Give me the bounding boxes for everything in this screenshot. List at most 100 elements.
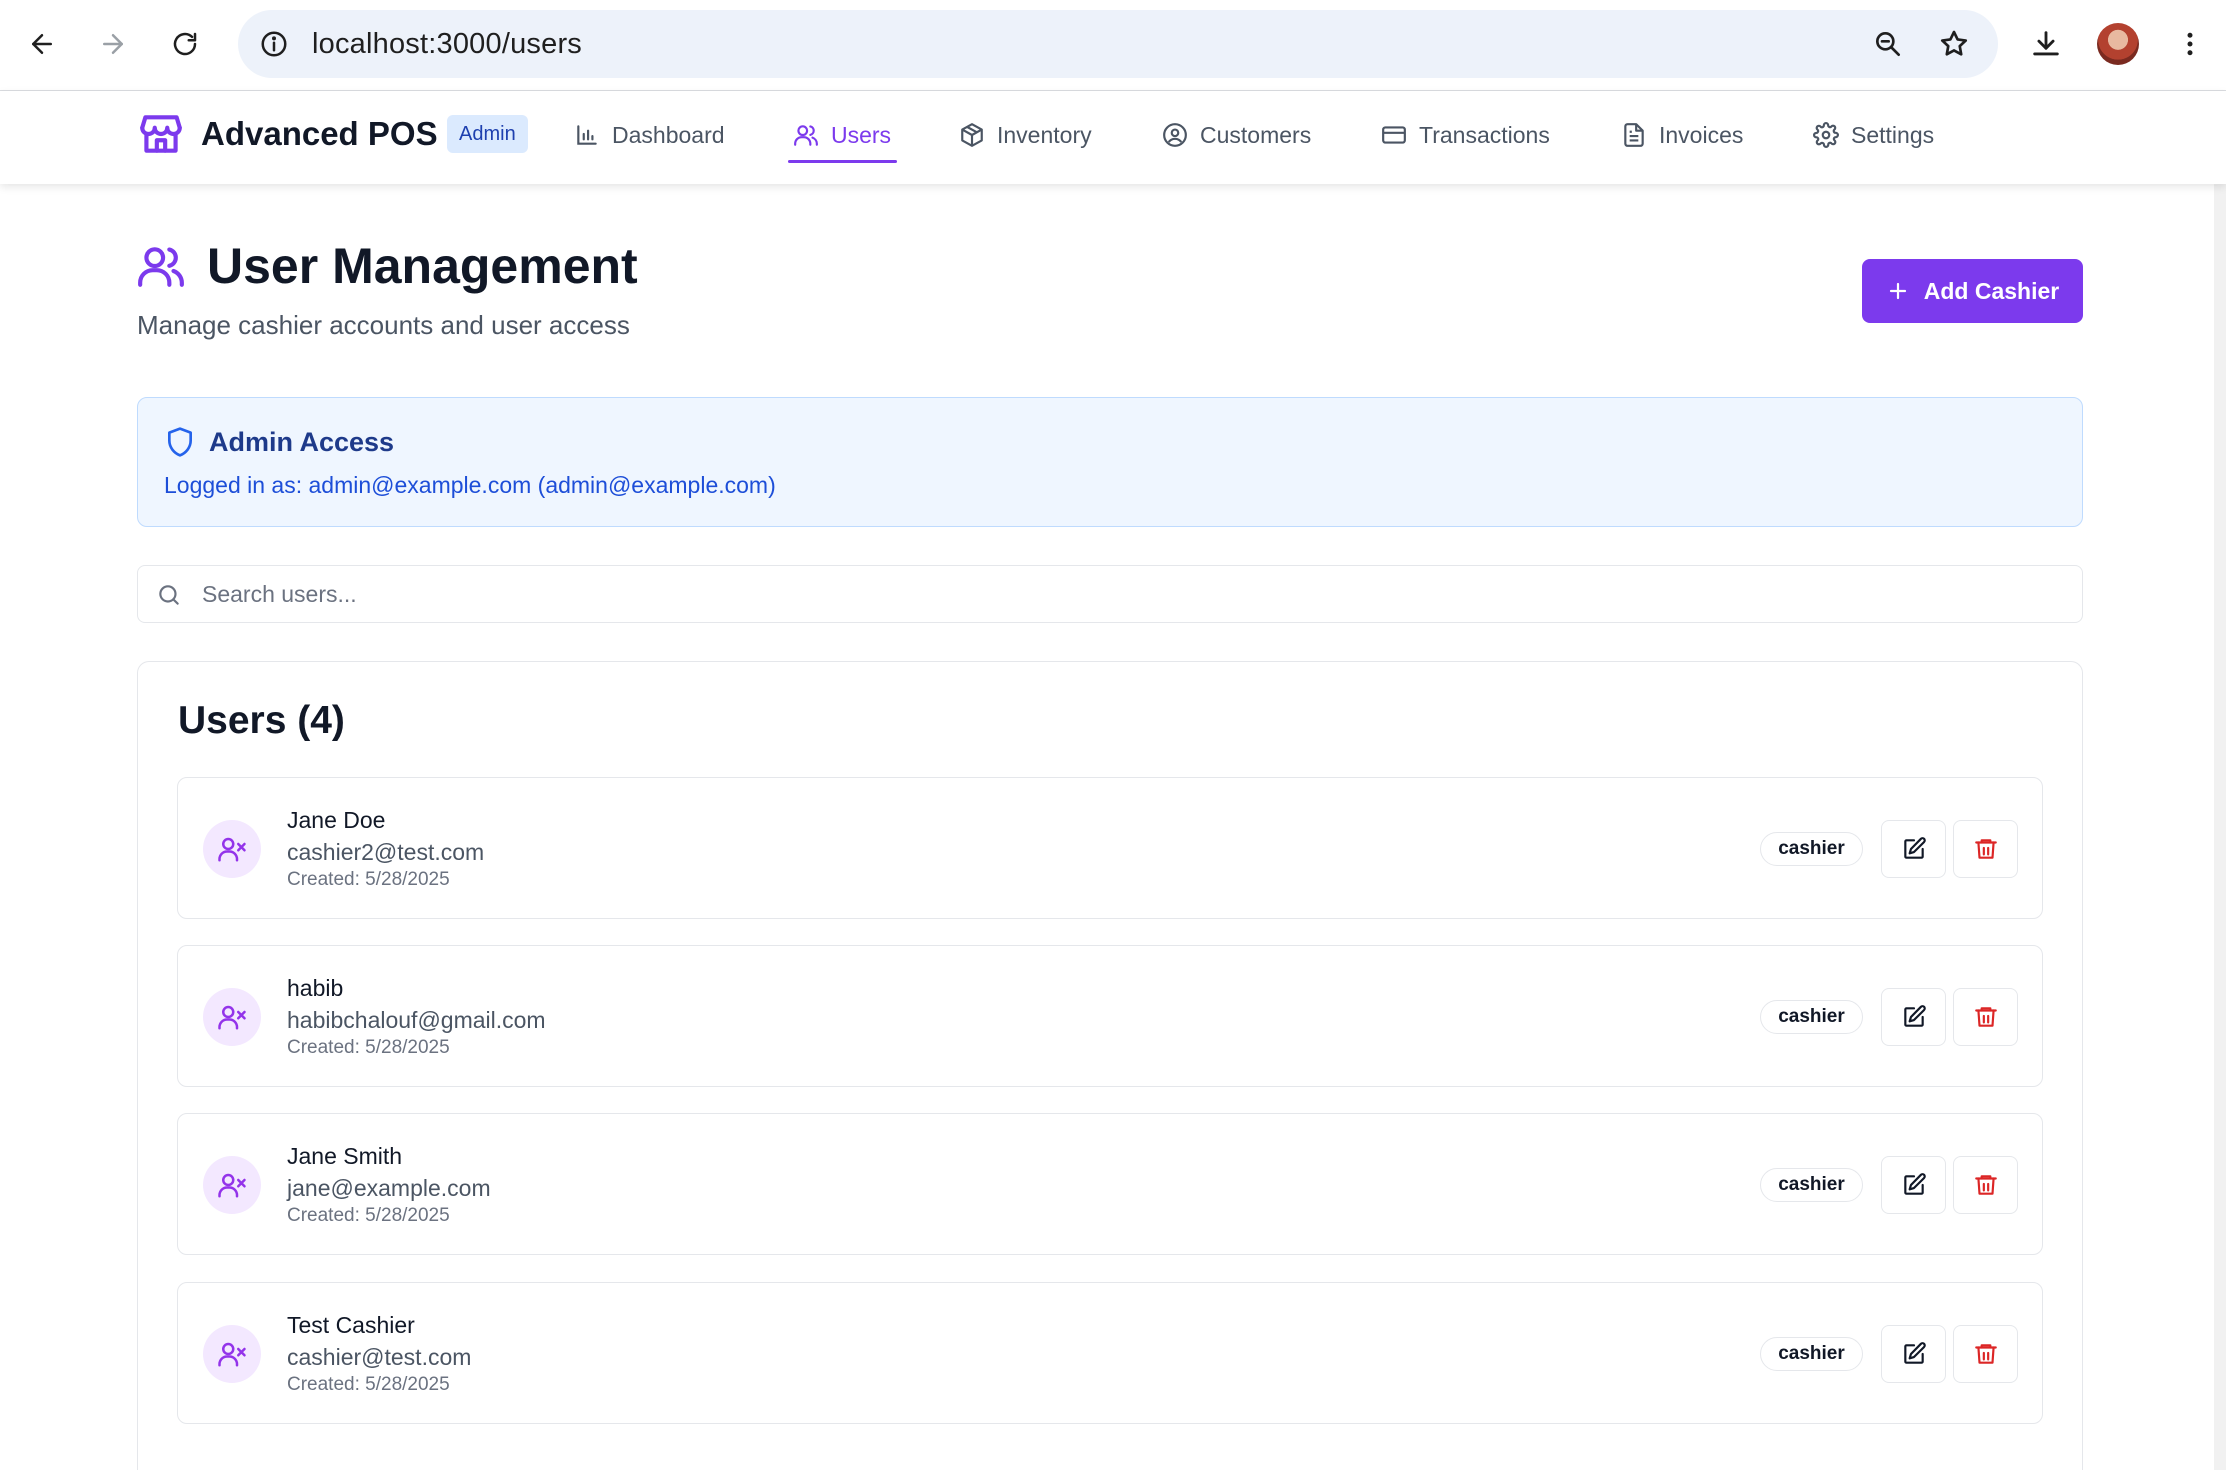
shield-icon [168, 427, 192, 457]
list-item: Jane Doe cashier2@test.com Created: 5/28… [177, 777, 2043, 919]
page-scrollbar[interactable] [2214, 91, 2226, 1470]
user-created-date: Created: 5/28/2025 [287, 1205, 450, 1226]
users-card: Users (4) Jane Doe cashier2@test.com Cre… [137, 661, 2083, 1470]
role-badge: cashier [1760, 832, 1863, 866]
role-badge: cashier [1760, 1000, 1863, 1034]
user-name: Jane Doe [287, 807, 386, 833]
kebab-menu-icon [2187, 32, 2193, 56]
brand-name[interactable]: Advanced POS [201, 111, 438, 157]
user-x-icon [218, 1005, 246, 1030]
add-cashier-button[interactable]: Add Cashier [1862, 259, 2083, 323]
browser-toolbar: localhost:3000/users [0, 0, 2226, 91]
search-icon [159, 585, 179, 605]
user-email: cashier2@test.com [287, 839, 485, 865]
nav-dashboard[interactable]: Dashboard [574, 113, 725, 157]
nav-dashboard-label: Dashboard [612, 121, 725, 148]
user-x-icon [218, 1342, 246, 1367]
nav-transactions-label: Transactions [1419, 121, 1550, 148]
edit-icon [1903, 1342, 1926, 1364]
user-x-icon [218, 837, 246, 862]
zoom-icon[interactable] [1868, 24, 1908, 64]
credit-card-icon [1382, 126, 1406, 144]
users-count-title: Users (4) [178, 699, 345, 742]
back-button[interactable] [14, 16, 70, 72]
delete-user-button[interactable] [1953, 988, 2018, 1046]
edit-icon [1903, 837, 1926, 859]
avatar [203, 1325, 261, 1383]
store-icon [140, 115, 182, 153]
user-x-icon [218, 1173, 246, 1198]
user-created-date: Created: 5/28/2025 [287, 869, 450, 890]
user-name: habib [287, 975, 344, 1001]
page-subtitle: Manage cashier accounts and user access [137, 310, 630, 340]
nav-users[interactable]: Users [787, 113, 898, 163]
users-icon [138, 247, 184, 287]
user-name: Test Cashier [287, 1312, 415, 1338]
user-created-date: Created: 5/28/2025 [287, 1374, 450, 1395]
delete-user-button[interactable] [1953, 1156, 2018, 1214]
arrow-left-icon [32, 34, 52, 54]
browser-menu-button[interactable] [2162, 16, 2218, 72]
nav-inventory-label: Inventory [997, 121, 1092, 148]
list-item: habib habibchalouf@gmail.com Created: 5/… [177, 945, 2043, 1087]
edit-user-button[interactable] [1881, 820, 1946, 878]
list-item: Jane Smith jane@example.com Created: 5/2… [177, 1113, 2043, 1255]
edit-user-button[interactable] [1881, 1156, 1946, 1214]
reload-icon [173, 32, 197, 56]
nav-invoices[interactable]: Invoices [1621, 113, 1743, 157]
address-bar[interactable]: localhost:3000/users [238, 10, 1998, 78]
user-created-date: Created: 5/28/2025 [287, 1037, 450, 1058]
profile-avatar[interactable] [2097, 23, 2139, 65]
add-cashier-label: Add Cashier [1923, 277, 2060, 304]
address-url[interactable]: localhost:3000/users [312, 10, 582, 78]
user-circle-icon [1163, 123, 1187, 147]
trash-icon [1974, 1007, 1997, 1027]
nav-invoices-label: Invoices [1659, 121, 1744, 148]
avatar [203, 988, 261, 1046]
role-badge: cashier [1760, 1337, 1863, 1371]
package-icon [961, 123, 983, 147]
trash-icon [1974, 839, 1997, 859]
nav-settings-label: Settings [1851, 121, 1935, 148]
edit-icon [1903, 1173, 1926, 1195]
nav-settings[interactable]: Settings [1813, 113, 1934, 157]
nav-customers-label: Customers [1200, 121, 1312, 148]
nav-inventory[interactable]: Inventory [959, 113, 1092, 157]
search-input[interactable] [202, 566, 2062, 622]
file-text-icon [1624, 123, 1644, 147]
download-icon [2033, 31, 2059, 56]
user-name: Jane Smith [287, 1143, 403, 1169]
admin-access-notice: Admin Access Logged in as: admin@example… [137, 397, 2083, 527]
gear-icon [1813, 122, 1839, 148]
admin-access-title: Admin Access [209, 427, 395, 457]
avatar [203, 1156, 261, 1214]
downloads-button[interactable] [2018, 16, 2074, 72]
nav-users-label: Users [831, 121, 892, 148]
trash-icon [1974, 1175, 1997, 1195]
search-box [137, 565, 2083, 623]
reload-button[interactable] [157, 16, 213, 72]
forward-button[interactable] [85, 16, 141, 72]
site-info-icon[interactable] [256, 26, 292, 62]
edit-user-button[interactable] [1881, 1325, 1946, 1383]
plus-icon [1889, 282, 1906, 300]
admin-access-text: Logged in as: admin@example.com (admin@e… [164, 472, 776, 498]
page-title: User Management [207, 238, 638, 294]
delete-user-button[interactable] [1953, 820, 2018, 878]
edit-user-button[interactable] [1881, 988, 1946, 1046]
user-email: jane@example.com [287, 1175, 491, 1201]
list-item: Test Cashier cashier@test.com Created: 5… [177, 1282, 2043, 1424]
nav-customers[interactable]: Customers [1162, 113, 1311, 157]
trash-icon [1974, 1344, 1997, 1364]
avatar [203, 820, 261, 878]
bookmark-star-icon[interactable] [1934, 24, 1974, 64]
role-badge: Admin [447, 115, 528, 153]
nav-transactions[interactable]: Transactions [1381, 113, 1550, 157]
users-icon [794, 125, 818, 146]
edit-icon [1903, 1005, 1926, 1027]
arrow-right-icon [103, 34, 123, 54]
delete-user-button[interactable] [1953, 1325, 2018, 1383]
role-badge: cashier [1760, 1168, 1863, 1202]
app-header: Advanced POS Admin Dashboard Users Inven… [0, 91, 2226, 184]
user-email: cashier@test.com [287, 1344, 472, 1370]
